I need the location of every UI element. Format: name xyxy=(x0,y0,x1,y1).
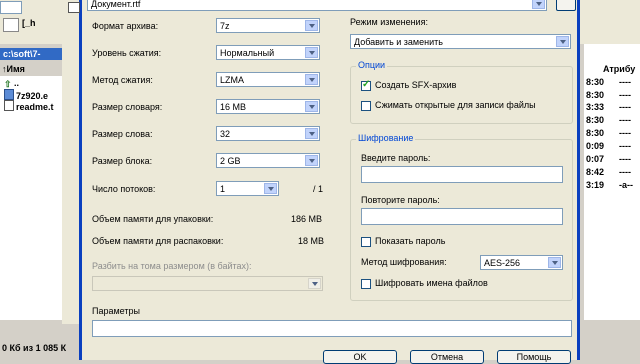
chevron-down-icon[interactable] xyxy=(308,278,321,289)
method-label: Метод сжатия: xyxy=(92,75,153,85)
up-folder-icon: ⇧ xyxy=(4,79,12,89)
shared-files-checkbox[interactable] xyxy=(361,101,371,111)
word-label: Размер слова: xyxy=(92,129,153,139)
list-item[interactable]: ⇧.. xyxy=(4,78,19,89)
show-password-label: Показать пароль xyxy=(375,236,446,246)
sfx-checkbox[interactable] xyxy=(361,79,371,91)
browse-button[interactable] xyxy=(556,0,576,11)
password-repeat-label: Повторите пароль: xyxy=(361,195,440,205)
drive-selector[interactable] xyxy=(3,18,19,32)
chevron-down-icon[interactable] xyxy=(305,128,318,139)
file-list[interactable]: ⇧.. 7z920.e readme.t xyxy=(0,76,62,320)
level-select[interactable]: Нормальный xyxy=(216,45,320,60)
add-to-archive-dialog: Документ.rtf Формат архива: 7z Уровень с… xyxy=(68,0,580,364)
enc-method-label: Метод шифрования: xyxy=(361,257,447,267)
format-value: 7z xyxy=(220,21,230,31)
shared-files-label: Сжимать открытые для записи файлы xyxy=(375,100,536,110)
update-mode-label: Режим изменения: xyxy=(350,17,428,27)
level-label: Уровень сжатия: xyxy=(92,48,162,58)
chevron-down-icon[interactable] xyxy=(305,74,318,85)
file-time: 3:33 xyxy=(586,102,605,112)
chevron-down-icon[interactable] xyxy=(264,183,277,194)
block-value: 2 GB xyxy=(220,156,241,166)
mem-pack-label: Объем памяти для упаковки: xyxy=(92,214,214,224)
help-button[interactable]: Помощь xyxy=(497,350,571,364)
file-time: 0:09 xyxy=(586,141,605,151)
update-mode-value: Добавить и заменить xyxy=(354,37,443,47)
sfx-label: Создать SFX-архив xyxy=(375,80,457,90)
password-repeat-input[interactable] xyxy=(361,208,563,225)
password-label: Введите пароль: xyxy=(361,153,431,163)
archive-name-value: Документ.rtf xyxy=(91,0,141,9)
format-label: Формат архива: xyxy=(92,21,159,31)
chevron-down-icon[interactable] xyxy=(305,101,318,112)
file-time: 8:30 xyxy=(586,77,605,87)
file-attr: ---- xyxy=(619,102,631,112)
chevron-down-icon[interactable] xyxy=(305,20,318,31)
params-label: Параметры xyxy=(92,306,140,316)
chevron-down-icon[interactable] xyxy=(556,36,569,47)
chevron-down-icon[interactable] xyxy=(548,257,561,268)
file-time: 3:19 xyxy=(586,180,605,190)
file-attr: ---- xyxy=(619,77,631,87)
file-attr: ---- xyxy=(619,141,631,151)
format-select[interactable]: 7z xyxy=(216,18,320,33)
file-time: 8:30 xyxy=(586,115,605,125)
mem-pack-value: 186 MB xyxy=(291,214,323,224)
file-time: 8:42 xyxy=(586,167,605,177)
block-label: Размер блока: xyxy=(92,156,153,166)
file-attr: ---- xyxy=(619,128,631,138)
split-label: Разбить на тома размером (в байтах): xyxy=(92,261,252,271)
column-header-name[interactable]: ↑Имя xyxy=(2,63,25,75)
fm-address-field[interactable] xyxy=(0,1,22,14)
block-select[interactable]: 2 GB xyxy=(216,153,320,168)
show-password-checkbox[interactable] xyxy=(361,237,371,247)
level-value: Нормальный xyxy=(220,48,275,58)
ok-button[interactable]: OK xyxy=(323,350,397,364)
word-select[interactable]: 32 xyxy=(216,126,320,141)
column-header-attr[interactable]: Атрибу xyxy=(603,63,635,75)
split-volume-combo[interactable] xyxy=(92,276,323,291)
file-attr: ---- xyxy=(619,154,631,164)
file-attr: ---- xyxy=(619,115,631,125)
options-title: Опции xyxy=(356,60,388,70)
list-item[interactable]: readme.t xyxy=(4,100,54,112)
chevron-down-icon[interactable] xyxy=(532,0,545,9)
threads-max: / 1 xyxy=(313,184,324,194)
file-attr: -a-- xyxy=(619,180,633,190)
chevron-down-icon[interactable] xyxy=(305,155,318,166)
mem-unpack-value: 18 MB xyxy=(298,236,325,246)
file-attr: ---- xyxy=(619,167,631,177)
method-select[interactable]: LZMA xyxy=(216,72,320,87)
dict-value: 16 MB xyxy=(220,102,247,112)
threads-value: 1 xyxy=(220,184,226,194)
password-input[interactable] xyxy=(361,166,563,183)
encrypt-names-checkbox[interactable] xyxy=(361,279,371,289)
enc-method-value: AES-256 xyxy=(484,258,521,268)
word-value: 32 xyxy=(220,129,231,139)
exe-file-icon xyxy=(4,89,14,100)
encryption-title: Шифрование xyxy=(356,133,416,143)
dict-label: Размер словаря: xyxy=(92,102,163,112)
enc-method-select[interactable]: AES-256 xyxy=(480,255,563,270)
file-time: 0:07 xyxy=(586,154,605,164)
file-time: 8:30 xyxy=(586,128,605,138)
mem-unpack-label: Объем памяти для распаковки: xyxy=(92,236,224,246)
options-group xyxy=(350,66,573,124)
threads-select[interactable]: 1 xyxy=(216,181,279,196)
archive-name-combo[interactable]: Документ.rtf xyxy=(87,0,547,11)
dict-select[interactable]: 16 MB xyxy=(216,99,320,114)
encrypt-names-label: Шифровать имена файлов xyxy=(375,278,488,288)
update-mode-select[interactable]: Добавить и заменить xyxy=(350,34,571,49)
chevron-down-icon[interactable] xyxy=(305,47,318,58)
threads-label: Число потоков: xyxy=(92,184,156,194)
cancel-button[interactable]: Отмена xyxy=(410,350,484,364)
params-input[interactable] xyxy=(92,320,572,337)
drive-label: [_h xyxy=(22,18,36,28)
text-file-icon xyxy=(4,100,14,111)
file-attr: ---- xyxy=(619,90,631,100)
dialog-app-icon xyxy=(68,2,80,13)
file-time: 8:30 xyxy=(586,90,605,100)
method-value: LZMA xyxy=(220,75,245,85)
